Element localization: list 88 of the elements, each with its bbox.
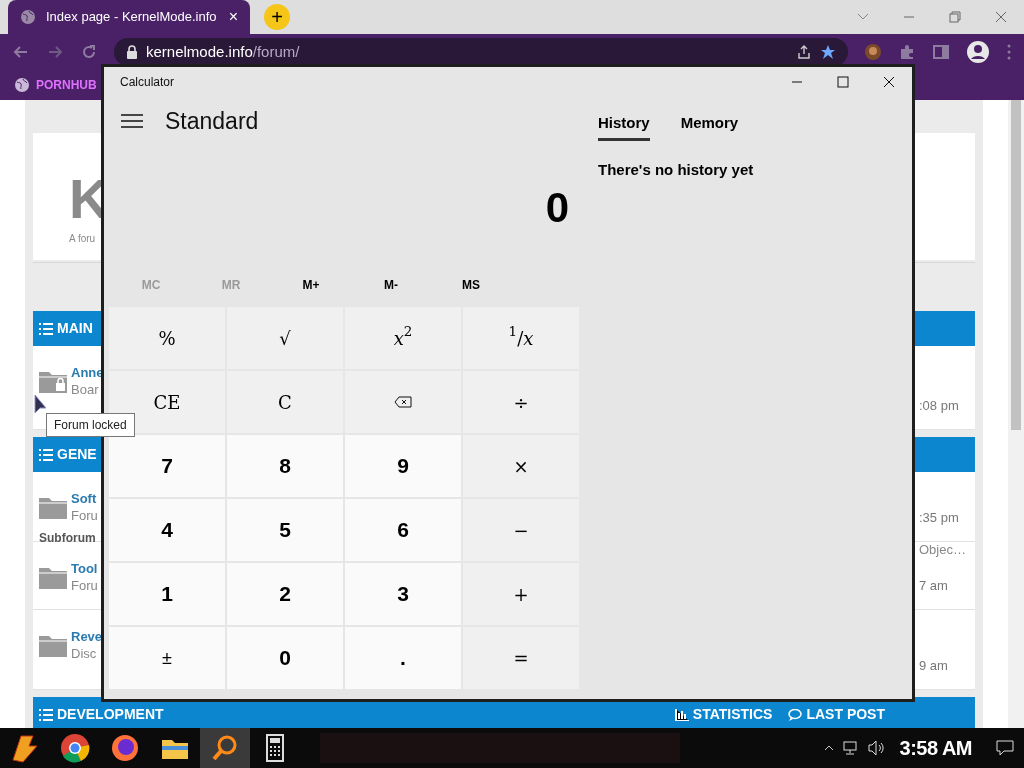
globe-icon [20,9,36,25]
section-title: DEVELOPMENT [57,705,164,724]
last-post-time: :35 pm [919,508,959,527]
caret-icon[interactable] [823,744,834,752]
forum-title-link[interactable]: Tool [71,560,105,577]
clock-time: 3:58 AM [899,736,972,761]
scrollbar-thumb[interactable] [1011,100,1021,430]
forum-description: Disc [71,645,98,662]
star-icon[interactable] [820,44,836,60]
tooltip: Forum locked [46,413,135,437]
key-button[interactable]: 0 [227,627,343,689]
list-icon [39,322,53,335]
last-post-time: :08 pm [919,396,959,415]
column-heading: LAST POST [806,705,885,724]
key-button[interactable]: 5 [227,499,343,561]
empty-history-message: There's no history yet [598,160,754,180]
memory-button[interactable]: M- [351,269,431,301]
calculator-mode-title: Standard [165,106,259,136]
forum-title-link[interactable]: Soft [71,490,105,507]
new-tab-button[interactable]: + [264,4,290,30]
puzzle-icon[interactable] [898,43,916,61]
column-heading: STATISTICS [692,705,773,724]
scrollbar[interactable] [1008,100,1024,728]
speech-bubble-icon [788,708,803,721]
list-icon [39,448,53,461]
last-post-title[interactable]: Objec… [919,540,966,560]
key-button[interactable]: × [463,435,579,497]
site-tagline: A foru [69,232,96,246]
key-button[interactable]: $^{1}$/x [463,307,579,369]
bar-chart-icon [674,708,689,721]
memory-button[interactable]: M+ [271,269,351,301]
forum-description: Foru [71,577,99,594]
forum-description: Boar [71,381,100,398]
last-post-time: 7 am [919,576,948,595]
key-button[interactable]: + [463,563,579,625]
firefox-icon [109,732,141,764]
key-button[interactable]: 1 [109,563,225,625]
window-title: Calculator [120,74,175,91]
key-button[interactable]: 2 [227,563,343,625]
section-title: MAIN [57,319,93,338]
key-button[interactable]: ÷ [463,371,579,433]
key-button[interactable]: 7 [109,435,225,497]
backspace-icon [394,396,412,408]
lock-icon [126,45,138,59]
volume-icon[interactable] [867,740,886,756]
sidebar-icon[interactable] [932,43,950,61]
forum-description: Foru [71,507,99,524]
history-tab[interactable]: Memory [680,109,739,141]
key-button[interactable]: = [463,627,579,689]
bookmark-link[interactable]: PORNHUB [36,76,97,94]
close-tab-button[interactable]: × [228,5,238,29]
key-button[interactable]: 6 [345,499,461,561]
key-button[interactable]: 9 [345,435,461,497]
address-bar[interactable]: kernelmode.info/forum/ [114,38,848,66]
chrome-icon [59,732,91,764]
tab-title: Index page - KernelMode.info [46,8,218,27]
network-icon[interactable] [841,740,860,756]
history-tab[interactable]: History [598,109,650,141]
key-button[interactable]: 4 [109,499,225,561]
key-button[interactable]: x$^{2}$ [345,307,461,369]
key-button[interactable]: . [345,627,461,689]
key-button[interactable]: − [463,499,579,561]
reload-icon[interactable] [80,43,98,61]
memory-button[interactable]: MS [431,269,511,301]
url-path: /forum/ [252,42,300,60]
menu-icon[interactable] [121,113,143,129]
key-button[interactable]: √ [227,307,343,369]
notification-icon[interactable] [996,740,1014,756]
start-logo-icon [9,732,41,764]
globe-icon [14,77,30,93]
key-button[interactable]: % [109,307,225,369]
browser-tab[interactable]: Index page - KernelMode.info × [8,0,250,34]
share-icon[interactable] [796,44,812,60]
display-value: 0 [545,182,569,233]
last-post-time: 9 am [919,656,948,675]
section-title: GENE [57,445,97,464]
key-button[interactable]: 3 [345,563,461,625]
profile-icon[interactable] [966,40,990,64]
key-button[interactable]: C [227,371,343,433]
avatar-icon[interactable] [864,43,882,61]
subforum-label: Subforum [39,530,97,547]
key-button[interactable]: ± [109,627,225,689]
list-icon [39,708,53,721]
mouse-cursor-icon [34,394,48,416]
forum-title-link[interactable]: Reve [71,628,105,645]
key-button[interactable]: 8 [227,435,343,497]
menu-icon[interactable] [1006,43,1012,61]
url-host: kernelmode.info [146,42,253,60]
